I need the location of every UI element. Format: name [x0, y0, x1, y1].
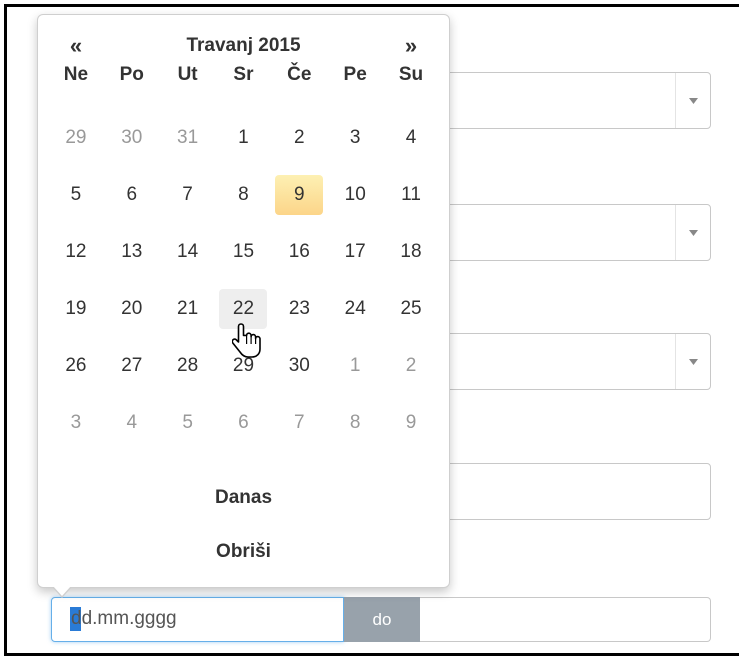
day-cell[interactable]: 5: [48, 176, 104, 214]
day-cell[interactable]: 4: [104, 404, 160, 442]
day-cell[interactable]: 23: [271, 290, 327, 328]
day-of-week-header: Če: [287, 64, 312, 85]
day-cell[interactable]: 1: [327, 347, 383, 385]
month-title[interactable]: Travanj 2015: [104, 35, 383, 57]
day-cell[interactable]: 15: [216, 233, 272, 271]
day-of-week-header: Ne: [63, 64, 89, 85]
day-cell[interactable]: 25: [383, 290, 439, 328]
day-of-week-header: Su: [398, 64, 424, 85]
day-cell[interactable]: 3: [48, 404, 104, 442]
day-cell-today[interactable]: 9: [275, 174, 324, 215]
select-arrow[interactable]: [675, 205, 710, 260]
day-cell[interactable]: 13: [104, 233, 160, 271]
datepicker-popup: « Travanj 2015 » Ne Po Ut Sr Če Pe Su 29 30 31 1 2…: [37, 14, 450, 598]
day-cell[interactable]: 9: [383, 404, 439, 442]
date-to-input[interactable]: [420, 597, 711, 642]
day-cell[interactable]: 27: [104, 347, 160, 385]
day-cell[interactable]: 14: [160, 233, 216, 271]
week-row: 29 30 31 1 2 3 4: [48, 109, 439, 166]
day-cell[interactable]: 26: [48, 347, 104, 385]
day-cell[interactable]: 31: [160, 119, 216, 157]
day-cell[interactable]: 7: [271, 404, 327, 442]
weeks: 29 30 31 1 2 3 4 5 6 7 8 9 10 11 12 13 14 15 16 17 18 19 20 21 2…: [48, 109, 439, 451]
hand-pointer-icon: [232, 323, 261, 358]
triangle-down-icon: [688, 358, 698, 365]
day-cell[interactable]: 2: [271, 119, 327, 157]
select-arrow[interactable]: [675, 73, 710, 128]
today-button[interactable]: Danas: [48, 487, 439, 509]
day-cell[interactable]: 29: [48, 119, 104, 157]
day-cell[interactable]: 3: [327, 119, 383, 157]
range-separator: do: [344, 597, 420, 642]
popup-caret: [52, 586, 72, 598]
day-of-week-header: Po: [119, 64, 144, 85]
day-cell[interactable]: 8: [215, 176, 271, 214]
day-cell[interactable]: 4: [383, 119, 439, 157]
day-cell[interactable]: 20: [104, 290, 160, 328]
day-cell[interactable]: 8: [327, 404, 383, 442]
day-cell[interactable]: 30: [271, 347, 327, 385]
triangle-down-icon: [688, 97, 698, 104]
day-cell[interactable]: 6: [216, 404, 272, 442]
select-arrow[interactable]: [675, 334, 710, 389]
day-of-week-header: Ut: [177, 64, 198, 85]
clear-button[interactable]: Obriši: [48, 541, 439, 563]
day-cell[interactable]: 30: [104, 119, 160, 157]
day-cell[interactable]: 18: [383, 233, 439, 271]
day-cell[interactable]: 12: [48, 233, 104, 271]
day-cell[interactable]: 11: [383, 176, 439, 214]
day-of-week-header: Sr: [233, 64, 254, 85]
date-from-value: dd.mm.gggg: [71, 608, 177, 629]
day-cell[interactable]: 17: [327, 233, 383, 271]
day-cell[interactable]: 28: [160, 347, 216, 385]
day-cell[interactable]: 5: [160, 404, 216, 442]
day-cell[interactable]: 21: [160, 290, 216, 328]
day-cell[interactable]: 16: [271, 233, 327, 271]
week-row: 3456789: [48, 394, 439, 451]
days-of-week-row: Ne Po Ut Sr Če Pe Su: [48, 55, 439, 95]
day-cell[interactable]: 10: [327, 176, 383, 214]
day-cell[interactable]: 24: [327, 290, 383, 328]
day-cell[interactable]: 6: [104, 176, 160, 214]
day-of-week-header: Pe: [343, 64, 367, 85]
week-row: 5 6 7 8 9 10 11: [48, 166, 439, 223]
triangle-down-icon: [688, 229, 698, 236]
week-row: 12 13 14 15 16 17 18: [48, 223, 439, 280]
day-cell[interactable]: 7: [160, 176, 216, 214]
day-cell[interactable]: 1: [216, 119, 272, 157]
day-cell[interactable]: 2: [383, 347, 439, 385]
day-cell[interactable]: 19: [48, 290, 104, 328]
